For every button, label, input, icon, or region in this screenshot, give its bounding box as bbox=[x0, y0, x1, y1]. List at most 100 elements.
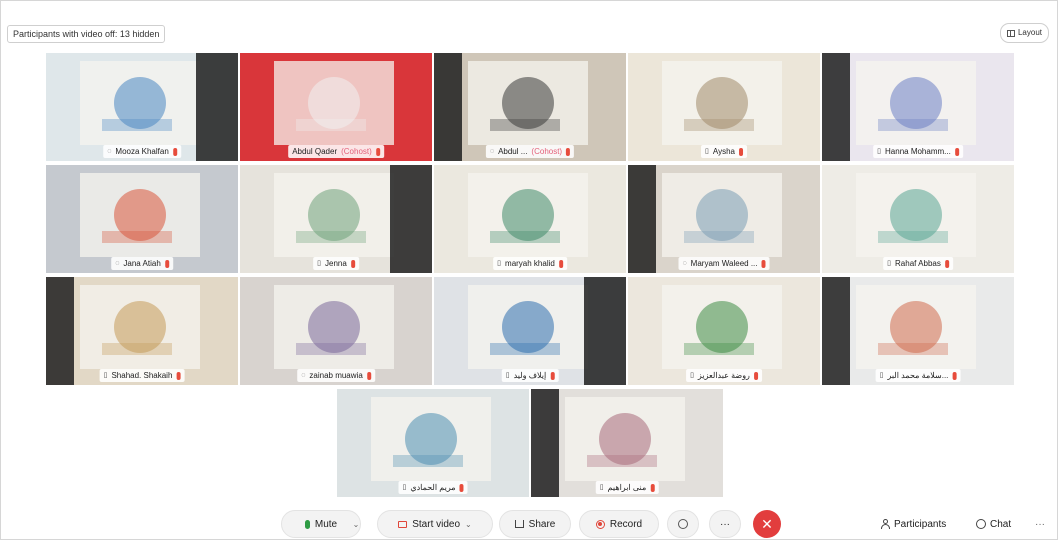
participant-name: إيلاف وليد bbox=[513, 371, 547, 380]
record-icon bbox=[595, 519, 605, 529]
participant-name: Aysha bbox=[712, 147, 735, 156]
share-icon bbox=[514, 520, 524, 528]
share-label: Share bbox=[528, 518, 556, 530]
participant-name-tag: ▯ maryah khalid bbox=[493, 257, 567, 270]
participant-name-tag: ▯ Hanna Mohamm... bbox=[873, 145, 963, 158]
muted-microphone-icon bbox=[375, 147, 380, 156]
participants-button[interactable]: Participants bbox=[881, 510, 946, 538]
share-button[interactable]: Share bbox=[499, 510, 571, 538]
participant-video-tile[interactable]: ▯ Rahaf Abbas bbox=[822, 165, 1014, 273]
participant-video-tile[interactable]: ▯ Shahad. Shakaih bbox=[46, 277, 238, 385]
participant-video-tile[interactable]: ◌ Maryam Waleed ... bbox=[628, 165, 820, 273]
participant-name-tag: ▯ منى ابراهيم bbox=[595, 481, 659, 494]
phone-audio-icon: ▯ bbox=[317, 260, 322, 267]
computer-audio-icon: ◌ bbox=[107, 148, 112, 155]
chat-label: Chat bbox=[990, 518, 1012, 530]
phone-audio-icon: ▯ bbox=[402, 484, 407, 491]
muted-microphone-icon bbox=[558, 259, 563, 268]
phone-audio-icon: ▯ bbox=[887, 260, 892, 267]
participant-video-tile[interactable]: ▯ Jenna bbox=[240, 165, 432, 273]
participant-name-tag: ◌ zainab muawia bbox=[297, 369, 375, 382]
phone-audio-icon: ▯ bbox=[690, 372, 694, 379]
more-options-button[interactable]: ··· bbox=[709, 510, 741, 538]
participant-video-tile[interactable]: ▯ سلامة محمد البر... bbox=[822, 277, 1014, 385]
muted-microphone-icon bbox=[944, 259, 949, 268]
reactions-button[interactable] bbox=[667, 510, 699, 538]
start-video-label: Start video bbox=[412, 518, 461, 530]
participant-video-tile[interactable]: ▯ منى ابراهيم bbox=[531, 389, 723, 497]
close-icon: ✕ bbox=[761, 515, 773, 532]
more-icon: ··· bbox=[720, 518, 730, 530]
participant-name-tag: ▯ Rahaf Abbas bbox=[883, 257, 953, 270]
muted-microphone-icon bbox=[172, 147, 177, 156]
camera-off-icon bbox=[398, 520, 408, 528]
muted-microphone-icon bbox=[753, 371, 758, 380]
computer-audio-icon: ◌ bbox=[489, 148, 495, 155]
video-options-chevron-icon[interactable]: ⌄ bbox=[465, 520, 472, 529]
participant-name: منى ابراهيم bbox=[607, 483, 647, 492]
muted-microphone-icon bbox=[176, 371, 181, 380]
layout-button[interactable]: Layout bbox=[999, 23, 1049, 43]
participant-video-tile[interactable]: ▯ مريم الحمادي bbox=[337, 389, 529, 497]
participant-video-tile[interactable]: ◌ zainab muawia bbox=[240, 277, 432, 385]
chat-button[interactable]: Chat bbox=[976, 510, 1011, 538]
participant-name-tag: ▯ روضة عبدالعزيز bbox=[686, 369, 762, 382]
participant-video-tile[interactable]: Abdul Qader (Cohost) bbox=[240, 53, 432, 161]
microphone-icon bbox=[304, 519, 310, 529]
muted-microphone-icon bbox=[650, 483, 655, 492]
participant-name-tag: ◌ Maryam Waleed ... bbox=[678, 257, 770, 270]
start-video-button[interactable]: Start video ⌄ bbox=[377, 510, 493, 538]
participant-video-tile[interactable]: ▯ إيلاف وليد bbox=[434, 277, 626, 385]
participant-name: Jenna bbox=[325, 259, 347, 268]
participant-name-tag: ▯ Jenna bbox=[313, 257, 359, 270]
participant-name: maryah khalid bbox=[505, 259, 555, 268]
participant-video-tile[interactable]: ◌ Abdul ... (Cohost) bbox=[434, 53, 626, 161]
participant-video-tile[interactable]: ▯ maryah khalid bbox=[434, 165, 626, 273]
layout-label: Layout bbox=[1017, 28, 1042, 37]
hidden-participants-notice[interactable]: Participants with video off: 13 hidden bbox=[7, 25, 166, 43]
mute-options-chevron-icon[interactable]: ⌄ bbox=[346, 510, 366, 538]
participant-video-tile[interactable]: ◌ Jana Atiah bbox=[46, 165, 238, 273]
participant-name: سلامة محمد البر... bbox=[887, 371, 949, 380]
emoji-icon bbox=[678, 519, 688, 529]
participant-name: روضة عبدالعزيز bbox=[697, 371, 750, 380]
phone-audio-icon: ▯ bbox=[705, 148, 709, 155]
muted-microphone-icon bbox=[459, 483, 464, 492]
participant-name: Shahad. Shakaih bbox=[111, 371, 173, 380]
muted-microphone-icon bbox=[164, 259, 169, 268]
muted-microphone-icon bbox=[952, 371, 957, 380]
participant-video-tile[interactable]: ▯ Hanna Mohamm... bbox=[822, 53, 1014, 161]
participants-icon bbox=[881, 519, 890, 529]
chat-icon bbox=[976, 519, 986, 529]
participant-video-tile[interactable]: ▯ Aysha bbox=[628, 53, 820, 161]
record-button[interactable]: Record bbox=[579, 510, 659, 538]
phone-audio-icon: ▯ bbox=[599, 484, 604, 491]
meeting-window: Participants with video off: 13 hidden L… bbox=[0, 0, 1058, 540]
participant-name: Mooza Khalfan bbox=[115, 147, 169, 156]
participant-role: (Cohost) bbox=[531, 147, 563, 156]
muted-microphone-icon bbox=[550, 371, 555, 380]
participant-role: (Cohost) bbox=[341, 147, 372, 156]
computer-audio-icon: ◌ bbox=[682, 260, 687, 267]
muted-microphone-icon bbox=[954, 147, 959, 156]
leave-meeting-button[interactable]: ✕ bbox=[753, 510, 781, 538]
participant-name-tag: ◌ Jana Atiah bbox=[111, 257, 173, 270]
overflow-icon: ··· bbox=[1035, 518, 1045, 530]
muted-microphone-icon bbox=[738, 147, 743, 156]
participant-video-tile[interactable]: ▯ روضة عبدالعزيز bbox=[628, 277, 820, 385]
participant-name-tag: ◌ Abdul ... (Cohost) bbox=[485, 145, 575, 158]
participant-name: Maryam Waleed ... bbox=[690, 259, 758, 268]
phone-audio-icon: ▯ bbox=[877, 148, 882, 155]
participant-name: Abdul Qader bbox=[292, 147, 338, 156]
muted-microphone-icon bbox=[761, 259, 766, 268]
overflow-menu-button[interactable]: ··· bbox=[1035, 510, 1045, 538]
participant-name-tag: ▯ مريم الحمادي bbox=[398, 481, 468, 494]
participant-video-tile[interactable]: ◌ Mooza Khalfan bbox=[46, 53, 238, 161]
participants-label: Participants bbox=[894, 518, 947, 530]
phone-audio-icon: ▯ bbox=[879, 372, 884, 379]
muted-microphone-icon bbox=[350, 259, 355, 268]
participant-name-tag: Abdul Qader (Cohost) bbox=[288, 145, 384, 158]
mute-label: Mute bbox=[314, 518, 338, 530]
participant-name-tag: ▯ Aysha bbox=[701, 145, 747, 158]
participant-name-tag: ▯ Shahad. Shakaih bbox=[99, 369, 185, 382]
